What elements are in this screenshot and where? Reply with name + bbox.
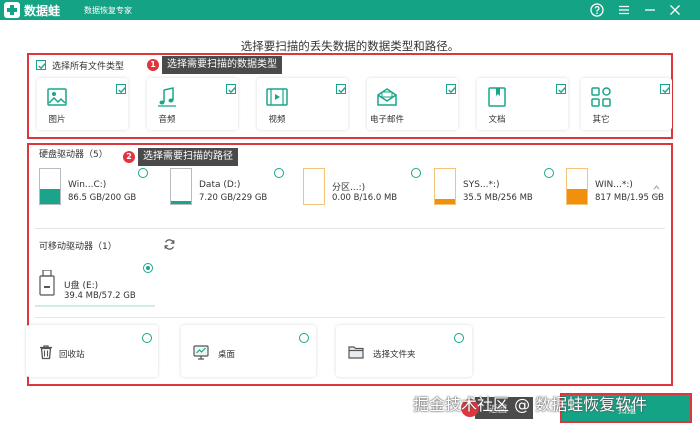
filetype-checkbox[interactable] bbox=[116, 84, 126, 94]
location-label: 选择文件夹 bbox=[373, 350, 416, 360]
close-icon[interactable] bbox=[668, 3, 682, 17]
drive-size: 7.20 GB/229 GB bbox=[199, 193, 268, 203]
select-all-label: 选择所有文件类型 bbox=[52, 62, 125, 72]
drive-name: Data (D:) bbox=[199, 180, 241, 190]
help-icon[interactable] bbox=[590, 3, 604, 17]
filetype-card-other[interactable]: 其它 bbox=[581, 78, 672, 130]
location-choose-folder[interactable]: 选择文件夹 bbox=[336, 325, 472, 377]
filetype-checkbox[interactable] bbox=[226, 84, 236, 94]
minimize-icon[interactable] bbox=[643, 3, 657, 17]
location-recycle-bin[interactable]: 回收站 bbox=[26, 325, 158, 377]
watermark-text: 掘金技术社区 @ 数据蛙恢复软件 bbox=[413, 395, 648, 414]
filetype-label: 音频 bbox=[158, 115, 176, 125]
location-desktop[interactable]: 桌面 bbox=[181, 325, 316, 377]
path-tooltip: 选择需要扫描的路径 bbox=[138, 148, 238, 166]
filetype-label: 电子邮件 bbox=[369, 115, 404, 125]
music-icon bbox=[158, 87, 176, 107]
filetype-card-image[interactable]: 图片 bbox=[37, 78, 128, 130]
section-divider bbox=[35, 228, 665, 229]
app-logo-icon bbox=[4, 2, 20, 18]
location-radio[interactable] bbox=[299, 333, 309, 343]
video-icon bbox=[266, 88, 288, 106]
location-radio[interactable] bbox=[142, 333, 152, 343]
drive-icon bbox=[566, 168, 588, 205]
filetype-label: 文档 bbox=[488, 115, 506, 125]
location-label: 回收站 bbox=[59, 350, 85, 360]
filetype-checkbox[interactable] bbox=[660, 84, 670, 94]
drives-scroll-arrows[interactable] bbox=[653, 183, 660, 201]
drive-name: U盘 (E:) bbox=[64, 281, 99, 291]
location-label: 桌面 bbox=[218, 350, 236, 360]
drive-name: SYS...*:) bbox=[463, 180, 500, 190]
desktop-icon bbox=[193, 345, 209, 360]
title-bar: 数据蛙 数据恢复专家 bbox=[0, 0, 700, 20]
menu-icon[interactable] bbox=[617, 3, 631, 17]
drive-name: 分区...:) bbox=[332, 183, 366, 193]
document-icon bbox=[488, 87, 506, 107]
filetype-checkbox[interactable] bbox=[446, 84, 456, 94]
location-radio[interactable] bbox=[454, 333, 464, 343]
drive-radio[interactable] bbox=[274, 168, 284, 178]
usb-radio[interactable] bbox=[143, 263, 153, 273]
drive-name: WIN...*:) bbox=[595, 180, 633, 190]
drive-size: 0.00 B/16.0 MB bbox=[332, 193, 398, 203]
drive-item-c[interactable]: Win...C:) 86.5 GB/200 GB bbox=[39, 168, 149, 208]
drive-radio[interactable] bbox=[411, 168, 421, 178]
refresh-icon[interactable] bbox=[163, 238, 176, 251]
filetype-card-video[interactable]: 视频 bbox=[257, 78, 348, 130]
app-subtitle: 数据恢复专家 bbox=[84, 6, 132, 15]
filetype-label: 其它 bbox=[592, 115, 610, 125]
image-icon bbox=[47, 88, 67, 106]
filetype-tooltip: 选择需要扫描的数据类型 bbox=[162, 56, 282, 74]
drive-icon bbox=[434, 168, 456, 205]
drive-item-sys[interactable]: SYS...*:) 35.5 MB/256 MB bbox=[434, 168, 562, 208]
drive-name: Win...C:) bbox=[68, 180, 107, 190]
drive-icon bbox=[170, 168, 192, 205]
drive-radio[interactable] bbox=[544, 168, 554, 178]
filetype-label: 图片 bbox=[48, 115, 66, 125]
drive-size: 35.5 MB/256 MB bbox=[463, 193, 533, 203]
filetype-checkbox[interactable] bbox=[336, 84, 346, 94]
drive-icon bbox=[303, 168, 325, 205]
drive-size: 86.5 GB/200 GB bbox=[68, 193, 137, 203]
drive-item-partition[interactable]: 分区...:) 0.00 B/16.0 MB bbox=[303, 168, 431, 208]
step-badge-1: 1 bbox=[147, 59, 159, 71]
section-divider bbox=[35, 317, 665, 318]
recycle-bin-icon bbox=[40, 345, 52, 360]
filetype-label: 视频 bbox=[268, 115, 286, 125]
hdd-section-title: 硬盘驱动器（5） bbox=[39, 150, 108, 160]
filetype-checkbox[interactable] bbox=[556, 84, 566, 94]
select-all-checkbox[interactable] bbox=[36, 60, 46, 70]
filetype-card-audio[interactable]: 音频 bbox=[147, 78, 238, 130]
drive-radio[interactable] bbox=[138, 168, 148, 178]
page-headline: 选择要扫描的丢失数据的数据类型和路径。 bbox=[240, 39, 460, 53]
usb-drive-icon bbox=[39, 270, 55, 296]
drive-icon bbox=[39, 168, 61, 205]
removable-section-title: 可移动驱动器（1） bbox=[39, 242, 117, 252]
mail-icon bbox=[377, 88, 397, 106]
filetype-card-document[interactable]: 文档 bbox=[477, 78, 568, 130]
other-icon bbox=[591, 87, 611, 107]
app-brand: 数据蛙 bbox=[24, 4, 61, 18]
drive-item-d[interactable]: Data (D:) 7.20 GB/229 GB bbox=[170, 168, 295, 208]
folder-icon bbox=[348, 346, 364, 359]
removable-item-usb[interactable]: U盘 (E:) 39.4 MB/57.2 GB bbox=[35, 263, 155, 307]
drive-size: 39.4 MB/57.2 GB bbox=[64, 291, 136, 301]
drive-item-win[interactable]: WIN...*:) 817 MB/1.95 GB bbox=[566, 168, 664, 208]
step-badge-2: 2 bbox=[123, 151, 135, 163]
filetype-card-email[interactable]: 电子邮件 bbox=[367, 78, 458, 130]
